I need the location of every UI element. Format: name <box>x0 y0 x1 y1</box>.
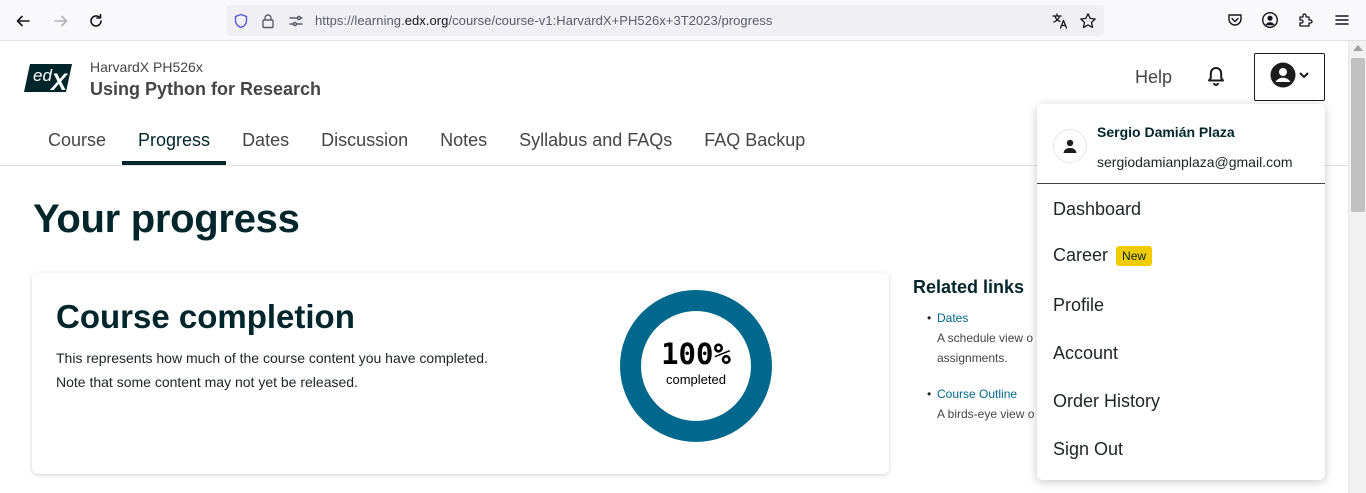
user-dropdown-menu: Sergio Damián Plaza sergiodamianplaza@gm… <box>1037 104 1325 480</box>
url-text[interactable]: https://learning.edx.org/course/course-v… <box>315 13 772 28</box>
user-email: sergiodamianplaza@gmail.com <box>1097 154 1293 170</box>
menu-icon[interactable] <box>1332 10 1352 30</box>
completion-description: This represents how much of the course c… <box>56 346 536 394</box>
page-title: Your progress <box>33 197 300 241</box>
menu-item-sign-out[interactable]: Sign Out <box>1053 439 1123 460</box>
menu-item-profile[interactable]: Profile <box>1053 295 1104 316</box>
user-name: Sergio Damián Plaza <box>1097 124 1235 140</box>
url-domain: edx.org <box>404 13 449 28</box>
menu-item-label: Account <box>1053 343 1119 363</box>
url-prefix: https://learning. <box>315 13 405 28</box>
lock-icon[interactable] <box>259 12 277 30</box>
site-permissions-icon[interactable] <box>287 12 305 30</box>
browser-toolbar: https://learning.edx.org/course/course-v… <box>0 0 1366 41</box>
scroll-thumb[interactable] <box>1351 58 1365 212</box>
menu-item-dashboard[interactable]: Dashboard <box>1053 199 1141 220</box>
menu-item-label: Order History <box>1053 391 1161 411</box>
pocket-icon[interactable] <box>1225 10 1245 30</box>
help-link[interactable]: Help <box>1135 67 1172 88</box>
menu-item-label: Profile <box>1053 295 1105 315</box>
new-badge: New <box>1116 245 1153 266</box>
completion-label: completed <box>666 372 726 387</box>
edx-logo[interactable]: ed X <box>24 62 74 96</box>
url-path: /course/course-v1:HarvardX+PH526x+3T2023… <box>448 13 773 28</box>
completion-desc-line-2: Note that some content may not yet be re… <box>56 374 358 390</box>
menu-item-account[interactable]: Account <box>1053 343 1118 364</box>
user-dropdown-header: Sergio Damián Plaza sergiodamianplaza@gm… <box>1037 104 1325 184</box>
tab-notes[interactable]: Notes <box>424 118 503 165</box>
tracking-shield-icon[interactable] <box>232 12 250 30</box>
tab-course[interactable]: Course <box>32 118 122 165</box>
back-icon[interactable] <box>10 8 36 34</box>
user-avatar-icon <box>1270 62 1296 93</box>
menu-item-order-history[interactable]: Order History <box>1053 391 1160 412</box>
scroll-up-arrow-icon[interactable] <box>1353 45 1363 51</box>
related-link-desc: A birds-eye view o <box>937 407 1035 421</box>
chevron-down-icon <box>1298 68 1310 86</box>
course-title: Using Python for Research <box>90 79 322 99</box>
forward-icon[interactable] <box>48 8 74 34</box>
related-link-desc: A schedule view o <box>937 331 1034 345</box>
completion-percent: 100% <box>661 337 731 371</box>
bookmark-star-icon[interactable] <box>1079 12 1097 30</box>
tab-syllabus-and-faqs[interactable]: Syllabus and FAQs <box>503 118 688 165</box>
tab-faq-backup[interactable]: FAQ Backup <box>688 118 821 165</box>
course-org: HarvardX PH526x <box>90 59 203 75</box>
course-completion-card: Course completion This represents how mu… <box>32 273 889 474</box>
user-icon <box>1053 129 1087 163</box>
menu-item-label: Dashboard <box>1053 199 1142 219</box>
user-menu-button[interactable] <box>1254 53 1325 101</box>
extensions-icon[interactable] <box>1296 10 1316 30</box>
translate-icon[interactable] <box>1051 12 1069 30</box>
tab-dates[interactable]: Dates <box>226 118 305 165</box>
page-scrollbar[interactable] <box>1348 41 1366 493</box>
account-icon[interactable] <box>1260 10 1280 30</box>
notification-bell-icon[interactable] <box>1204 65 1228 89</box>
svg-text:X: X <box>49 69 69 94</box>
menu-item-label: Sign Out <box>1053 439 1124 459</box>
tab-progress[interactable]: Progress <box>122 118 227 165</box>
svg-text:ed: ed <box>33 66 52 85</box>
menu-item-career[interactable]: Career New <box>1053 245 1153 266</box>
course-tabs: Course Progress Dates Discussion Notes S… <box>32 118 821 166</box>
completion-desc-line-1: This represents how much of the course c… <box>56 350 488 366</box>
completion-title: Course completion <box>56 298 355 335</box>
menu-item-label: Career <box>1053 245 1109 265</box>
reload-icon[interactable] <box>83 8 109 34</box>
tab-discussion[interactable]: Discussion <box>305 118 424 165</box>
address-bar[interactable]: https://learning.edx.org/course/course-v… <box>226 5 1104 36</box>
